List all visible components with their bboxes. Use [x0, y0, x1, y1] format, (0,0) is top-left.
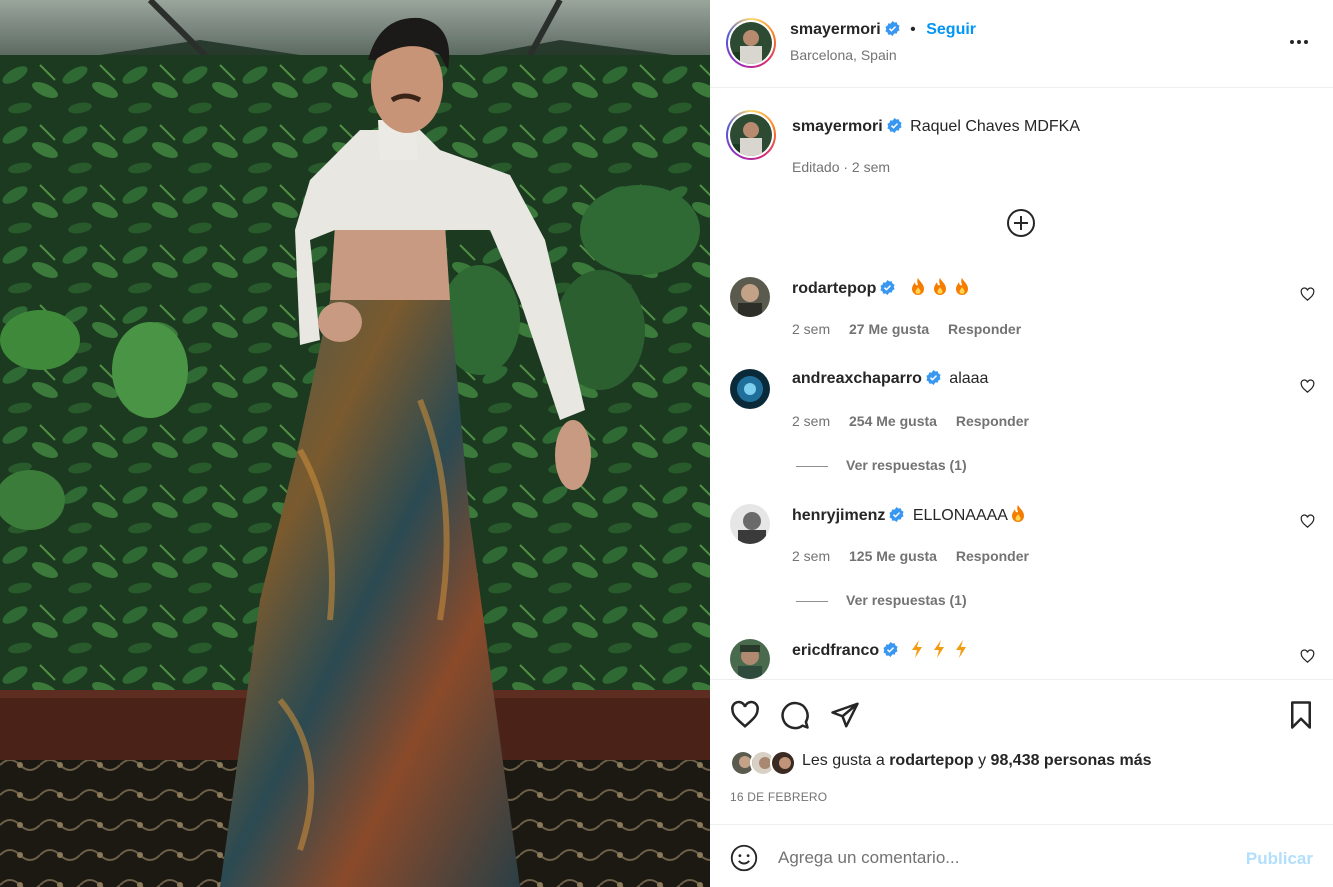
view-replies-label: Ver respuestas (1) — [846, 592, 967, 608]
verified-badge-icon — [883, 642, 898, 657]
comment-like-heart-icon[interactable] — [1300, 379, 1315, 394]
view-replies-button[interactable]: Ver respuestas (1) — [796, 592, 967, 608]
comment-bubble-icon[interactable] — [780, 700, 810, 730]
commenter-avatar[interactable] — [730, 639, 770, 679]
comment-text-line: ericdfranco — [792, 640, 969, 660]
post-date[interactable]: 16 DE FEBRERO — [730, 790, 827, 804]
verified-badge-icon — [889, 507, 904, 522]
header-separator: • — [910, 21, 916, 38]
post-actions: Les gusta a rodartepop y 98,438 personas… — [710, 679, 1333, 824]
commenter-username[interactable]: ericdfranco — [792, 642, 879, 659]
post-location[interactable]: Barcelona, Spain — [790, 47, 897, 63]
bookmark-icon[interactable] — [1286, 700, 1316, 730]
commenter-avatar[interactable] — [730, 369, 770, 409]
avatar-image — [730, 114, 772, 156]
avatar-image — [730, 22, 772, 64]
lightning-emoji-icon — [955, 640, 966, 658]
caption-avatar[interactable] — [726, 110, 776, 160]
follow-button[interactable]: Seguir — [926, 21, 976, 38]
comment-time[interactable]: 2 sem — [792, 548, 830, 564]
emoji-picker-icon[interactable] — [730, 844, 758, 872]
fire-emoji-icon — [933, 278, 946, 295]
caption-text-line: smayermori Raquel Chaves MDFKA — [792, 118, 1080, 136]
reply-button[interactable]: Responder — [948, 321, 1021, 337]
verified-badge-icon — [880, 280, 895, 295]
comment-input[interactable] — [778, 843, 1228, 873]
comment-likes[interactable]: 27 Me gusta — [849, 321, 929, 337]
comment-likes[interactable]: 125 Me gusta — [849, 548, 937, 564]
comment-like-heart-icon[interactable] — [1300, 514, 1315, 529]
comment-text: alaaa — [949, 370, 989, 387]
reply-button[interactable]: Responder — [956, 413, 1029, 429]
likes-text: Les gusta a rodartepop y 98,438 personas… — [802, 752, 1152, 770]
replies-divider — [796, 465, 828, 467]
verified-badge-icon — [926, 370, 941, 385]
post-image — [0, 0, 710, 887]
fire-emoji-icon — [955, 278, 968, 295]
comment-item: ericdfranco — [710, 639, 1333, 679]
comment-likes[interactable]: 254 Me gusta — [849, 413, 937, 429]
likes-count-link[interactable]: 98,438 personas más — [991, 752, 1152, 769]
like-heart-icon[interactable] — [730, 700, 760, 730]
commenter-username[interactable]: rodartepop — [792, 280, 876, 297]
likes-prefix: Les gusta a — [802, 752, 885, 769]
comment-meta: 2 sem 254 Me gusta Responder — [792, 413, 1044, 429]
lightning-emoji-icon — [933, 640, 944, 658]
lightning-emoji-icon — [911, 640, 922, 658]
comment-meta: 2 sem 27 Me gusta Responder — [792, 321, 1036, 337]
verified-badge-icon — [887, 118, 902, 133]
caption-username[interactable]: smayermori — [792, 118, 883, 135]
comment-text-line: andreaxchaparro alaaa — [792, 370, 988, 388]
likes-joiner: y — [978, 752, 987, 769]
comment-time[interactable]: 2 sem — [792, 321, 830, 337]
verified-badge-icon — [885, 21, 900, 36]
caption-meta: Editado · 2 sem — [792, 159, 891, 175]
commenter-avatar[interactable] — [730, 277, 770, 317]
comment-time[interactable]: 2 sem — [792, 413, 830, 429]
author-avatar[interactable] — [726, 18, 776, 68]
commenter-username[interactable]: henryjimenz — [792, 507, 885, 524]
load-more-comments-icon[interactable] — [1006, 208, 1036, 238]
comment-text-line: rodartepop — [792, 278, 970, 298]
publish-button[interactable]: Publicar — [1246, 849, 1313, 869]
view-replies-label: Ver respuestas (1) — [846, 457, 967, 473]
header-user-line: smayermori • Seguir — [790, 21, 976, 39]
post-photo[interactable] — [0, 0, 710, 887]
comment-composer: Publicar — [710, 824, 1333, 887]
comment-meta: 2 sem 125 Me gusta Responder — [792, 548, 1044, 564]
replies-divider — [796, 600, 828, 602]
comment-text-line: henryjimenz ELLONAAAA — [792, 505, 1026, 525]
post-header: smayermori • Seguir Barcelona, Spain — [710, 0, 1333, 88]
comment-text: ELLONAAAA — [912, 507, 1008, 524]
reply-button[interactable]: Responder — [956, 548, 1029, 564]
liker-avatar[interactable] — [770, 750, 796, 776]
commenter-username[interactable]: andreaxchaparro — [792, 370, 922, 387]
commenter-avatar[interactable] — [730, 504, 770, 544]
share-send-icon[interactable] — [830, 700, 860, 730]
ellipsis-icon[interactable] — [1287, 30, 1311, 54]
author-username[interactable]: smayermori — [790, 21, 881, 38]
post-panel: smayermori • Seguir Barcelona, Spain sma… — [710, 0, 1333, 887]
comment-like-heart-icon[interactable] — [1300, 287, 1315, 302]
fire-emoji-icon — [911, 278, 924, 295]
view-replies-button[interactable]: Ver respuestas (1) — [796, 457, 967, 473]
caption-body: Raquel Chaves MDFKA — [910, 118, 1081, 135]
likes-user-link[interactable]: rodartepop — [889, 752, 973, 769]
fire-emoji-icon — [1011, 505, 1024, 522]
comment-like-heart-icon[interactable] — [1300, 649, 1315, 664]
